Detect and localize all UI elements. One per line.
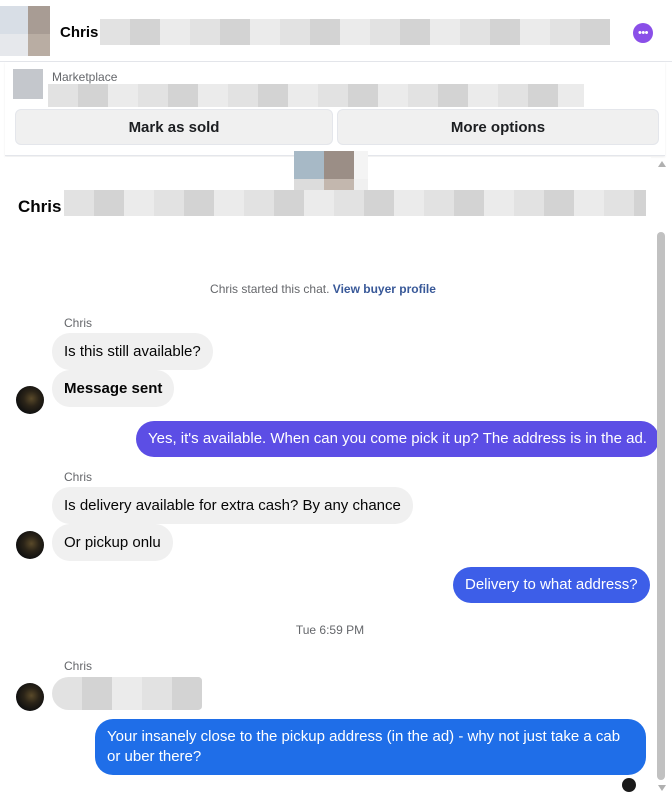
more-options-button[interactable]: More options — [337, 109, 659, 145]
redacted-listing-title — [48, 84, 584, 107]
sender-name: Chris — [64, 316, 93, 330]
message-bubble-outgoing[interactable]: Delivery to what address? — [453, 567, 650, 603]
scroll-thumb[interactable] — [657, 232, 665, 780]
redacted-header-title — [100, 19, 610, 45]
message-bubble-incoming[interactable]: Is delivery available for extra cash? By… — [52, 487, 413, 524]
seen-indicator-avatar — [622, 778, 636, 792]
scroll-up-arrow-icon[interactable] — [658, 161, 666, 167]
mark-as-sold-button[interactable]: Mark as sold — [15, 109, 333, 145]
more-options-icon[interactable]: ••• — [633, 23, 653, 43]
listing-avatar[interactable] — [0, 6, 50, 56]
marketplace-label: Marketplace — [52, 70, 118, 84]
listing-thumbnail[interactable] — [13, 69, 43, 99]
sender-name: Chris — [64, 470, 93, 484]
message-bubble-incoming[interactable]: Is this still available? — [52, 333, 213, 370]
ellipsis-icon: ••• — [637, 26, 649, 39]
chat-started-text: Chris started this chat. — [210, 282, 330, 296]
buyer-avatar[interactable] — [16, 683, 44, 711]
sender-name: Chris — [64, 659, 93, 673]
message-timestamp: Tue 6:59 PM — [295, 623, 365, 637]
view-buyer-profile-link[interactable]: View buyer profile — [333, 282, 436, 296]
message-bubble-outgoing[interactable]: Your insanely close to the pickup addres… — [95, 719, 646, 775]
redacted-chat-title — [64, 190, 646, 216]
buyer-avatar[interactable] — [16, 531, 44, 559]
message-bubble-incoming[interactable]: Or pickup onlu — [52, 524, 173, 561]
chat-scrollbar[interactable] — [656, 157, 668, 805]
message-bubble-outgoing[interactable]: Yes, it's available. When can you come p… — [136, 421, 659, 457]
redacted-message-bubble — [52, 677, 202, 710]
message-bubble-incoming[interactable]: Message sent — [52, 370, 175, 407]
scroll-down-arrow-icon[interactable] — [658, 785, 666, 791]
chat-started-notice: Chris started this chat. View buyer prof… — [0, 282, 646, 296]
marketplace-listing-panel: Marketplace Mark as sold More options — [5, 62, 665, 156]
buyer-avatar[interactable] — [16, 386, 44, 414]
conversation-header: Chris · ••• — [0, 0, 672, 62]
